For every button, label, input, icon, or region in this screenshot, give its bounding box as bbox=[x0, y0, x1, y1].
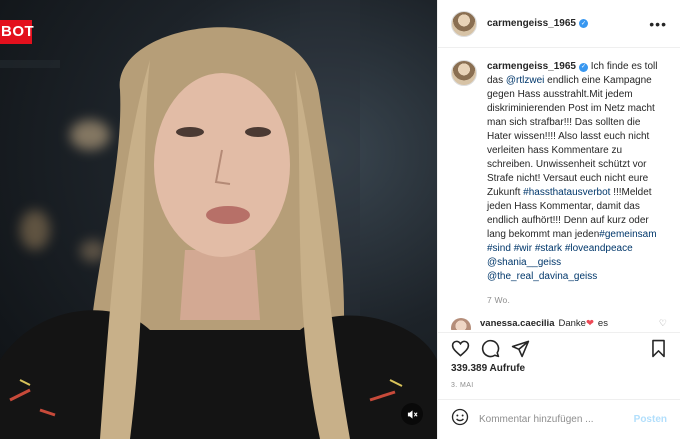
paper-plane-icon bbox=[511, 340, 529, 357]
avatar[interactable] bbox=[451, 318, 471, 330]
post-comment-button[interactable]: Posten bbox=[634, 414, 667, 425]
hashtag-link[interactable]: #loveandpeace bbox=[565, 243, 633, 254]
mute-button[interactable] bbox=[401, 403, 423, 425]
caption-text: endlich eine Kampagne gegen Hass ausstra… bbox=[487, 75, 655, 198]
speaker-muted-icon bbox=[407, 409, 418, 419]
post-sidebar: carmengeiss_1965 ✓ ••• carmengeiss_1965 ✓… bbox=[437, 0, 680, 439]
action-bar bbox=[450, 337, 668, 359]
comment-bubble-icon bbox=[481, 339, 499, 357]
bookmark-icon bbox=[651, 339, 665, 357]
divider bbox=[438, 332, 680, 333]
mention-link[interactable]: @rtlzwei bbox=[506, 75, 545, 86]
post-caption: carmengeiss_1965 ✓ Ich finde es toll das … bbox=[487, 60, 667, 284]
avatar[interactable] bbox=[451, 60, 477, 86]
hashtag-link[interactable]: #hassthatausverbot bbox=[523, 187, 610, 198]
comment-input[interactable] bbox=[479, 414, 634, 425]
comment-like-icon[interactable]: ♡ bbox=[659, 318, 667, 329]
caption-section: carmengeiss_1965 ✓ Ich finde es toll das … bbox=[438, 60, 680, 305]
heart-icon bbox=[451, 340, 469, 357]
post-header: carmengeiss_1965 ✓ ••• bbox=[438, 0, 680, 48]
share-button[interactable] bbox=[510, 338, 530, 358]
hashtag-link[interactable]: #sind bbox=[487, 243, 511, 254]
add-comment-bar: Posten bbox=[438, 399, 680, 439]
comment-button[interactable] bbox=[480, 338, 500, 358]
hashtag-link[interactable]: #wir bbox=[514, 243, 532, 254]
mention-link[interactable]: @the_real_davina_geiss bbox=[487, 271, 597, 282]
like-button[interactable] bbox=[450, 338, 470, 358]
mention-link[interactable]: @shania__geiss bbox=[487, 257, 561, 268]
comment-text-more: es bbox=[597, 318, 608, 329]
person-figure bbox=[0, 27, 437, 439]
verified-badge-icon: ✓ bbox=[578, 62, 588, 72]
comment-username[interactable]: vanessa.caecilia bbox=[480, 318, 554, 329]
hashtag-link[interactable]: #gemeinsam bbox=[599, 229, 656, 240]
emoji-button[interactable] bbox=[451, 408, 469, 431]
save-button[interactable] bbox=[648, 338, 668, 358]
post-date[interactable]: 3. MAI bbox=[451, 382, 474, 389]
hashtag-link[interactable]: #stark bbox=[535, 243, 562, 254]
comment-text: Danke bbox=[558, 318, 586, 329]
comment-item: vanessa.caecilia Danke ❤ es ♡ bbox=[451, 318, 667, 330]
red-heart-emoji: ❤ bbox=[585, 318, 594, 329]
channel-logo: BOT bbox=[0, 20, 34, 44]
more-options-icon[interactable]: ••• bbox=[649, 16, 667, 32]
caption-username[interactable]: carmengeiss_1965 bbox=[487, 61, 576, 72]
verified-badge-icon: ✓ bbox=[578, 19, 588, 28]
smiley-icon bbox=[451, 408, 469, 426]
avatar[interactable] bbox=[451, 10, 477, 37]
post-video[interactable]: BOT bbox=[0, 0, 437, 439]
view-count[interactable]: 339.389 Aufrufe bbox=[451, 363, 525, 374]
author-username[interactable]: carmengeiss_1965 bbox=[487, 18, 576, 29]
caption-timestamp[interactable]: 7 Wo. bbox=[487, 295, 667, 305]
